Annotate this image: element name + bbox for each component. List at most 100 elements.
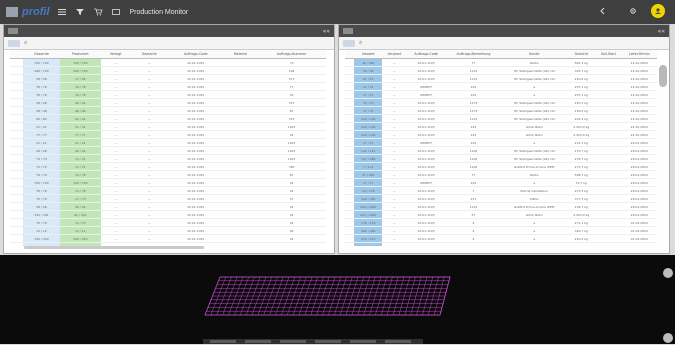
left-cell: —	[130, 210, 168, 219]
left-cell: —	[100, 146, 131, 155]
table-row[interactable]: 77 / 77 77 / 77— —10.01.1052 91	[10, 130, 326, 139]
table-row[interactable]: 141 / 141—10.01.1103 1106 ITC Stahlgeschäf…	[345, 146, 657, 155]
right-panel-search-icon[interactable]: ⌕	[359, 39, 362, 47]
left-horizontal-scrollbar[interactable]	[24, 246, 204, 249]
cart-icon[interactable]	[92, 7, 104, 17]
window-icon[interactable]	[110, 7, 122, 17]
left-cell	[223, 82, 258, 91]
user-icon[interactable]	[651, 4, 665, 18]
table-row[interactable]: 222 / 1000—10.01.1103 57 Glück Bahn 2.203,9…	[345, 210, 657, 219]
right-panel-expand-icon[interactable]: ««	[658, 28, 665, 35]
left-cell: 45	[257, 90, 326, 99]
table-row[interactable]: 37 / 37—10.01.1103 1173 ITC Stahlgeschäfte…	[345, 106, 657, 115]
table-row[interactable]: 76 / 76 74 / 76— —10.01.1052 91	[10, 186, 326, 195]
right-cell: REZEPT	[406, 138, 446, 147]
left-cell: —	[100, 162, 131, 171]
table-row[interactable]: 82 / 82 82 / 82— —10.01.1052 374	[10, 114, 326, 123]
left-col-7[interactable]: Auftrags-Code	[167, 50, 224, 59]
table-row[interactable]: 72 / 72 72 / 72— —10.01.1052 780	[10, 162, 326, 171]
table-row[interactable]: 21 / 21 21 / 21— —10.01.1052 1007	[10, 138, 326, 147]
right-col-3[interactable]: Gesamt	[354, 50, 383, 59]
menu-icon[interactable]	[56, 7, 68, 17]
table-row[interactable]: 341 / 341 81 / 341— —10.01.1052 91	[10, 210, 326, 219]
left-cell: —	[100, 170, 131, 179]
viewport-control-top[interactable]	[663, 268, 673, 278]
right-vertical-scrollbar[interactable]	[659, 65, 667, 87]
table-row[interactable]: 67 / 67—10.01.1103 1132 ITC Stahlgeschäfte…	[345, 74, 657, 83]
left-col-8[interactable]: Material	[223, 50, 258, 59]
table-row[interactable]: 58 / 58 37 / 58— —10.01.1052 571	[10, 74, 326, 83]
table-row[interactable]: 7 / 112—10.01.1103 1106 Grafikit Prime Arc…	[345, 162, 657, 171]
table-row[interactable]: 440 / 1000—10.01.1103 1132 Grafikit Prime …	[345, 202, 657, 211]
table-row[interactable]: 40 / 290—10.01.1103 77 Wolko 581,3 kg 14.10.…	[345, 58, 657, 67]
left-col-5[interactable]: Verlegt	[100, 50, 131, 59]
table-row[interactable]: 12 / 12 12 / 12— —10.01.1052 95	[10, 226, 326, 235]
left-cell: 700 / 700	[59, 58, 101, 67]
left-col-4[interactable]: Produziert	[59, 50, 101, 59]
table-row[interactable]: 31 / 31 31 / 31— —10.01.1052 1007	[10, 122, 326, 131]
table-row[interactable]: 17 / 17— REZEPT 103 e 257,1 kg 14.10.2020	[345, 90, 657, 99]
left-panel-tools: ⌕	[4, 37, 334, 50]
right-col-9[interactable]: Soll-Start	[595, 50, 622, 59]
back-icon[interactable]	[597, 6, 609, 16]
table-row[interactable]: 26 / 26 26 / 26— —10.01.1052 1007	[10, 146, 326, 155]
viewport-control-bottom[interactable]	[663, 333, 673, 343]
table-row[interactable]: 70 / 70 17 / 70— —10.01.1052 57	[10, 194, 326, 203]
table-row[interactable]: 100 / 100—10.01.1103 143 Glück Bahn 2.203,9…	[345, 122, 657, 131]
right-col-6[interactable]: Auftrags-Bemerkung	[445, 50, 502, 59]
left-cell: —	[130, 146, 168, 155]
right-panel-filter-button[interactable]	[343, 39, 355, 47]
app-title: Production Monitor	[129, 8, 189, 16]
left-cell: —	[130, 138, 168, 147]
right-col-10[interactable]: Liefer-Termin	[621, 50, 657, 59]
left-panel-expand-icon[interactable]: ««	[323, 28, 330, 35]
left-col-6[interactable]: Geplante	[130, 50, 168, 59]
table-row[interactable]: 56 / 56 56 / 56— —10.01.1052 91	[10, 202, 326, 211]
gear-icon[interactable]	[627, 6, 639, 16]
table-row[interactable]: 20 / 178—10.01.1103 7 Bohrst Castillation 2…	[345, 186, 657, 195]
table-row[interactable]: 400 / 400—10.01.1103 4 e 320,7 kg 01.02.2020	[345, 226, 657, 235]
filter-icon[interactable]	[74, 7, 86, 17]
table-row[interactable]: 28 / 28 28 / 28— —10.01.1052 371	[10, 98, 326, 107]
right-col-8[interactable]: Gewicht	[567, 50, 596, 59]
left-panel-header: ««	[4, 25, 334, 37]
table-row[interactable]: 76 / 76 76 / 76— —10.01.1052 77	[10, 82, 326, 91]
table-row[interactable]: 100 / 100—10.01.1103 1123 ITC Stahlgeschäf…	[345, 114, 657, 123]
table-row[interactable]: 700 / 700 700 / 700— —10.01.1052 91	[10, 178, 326, 187]
table-row[interactable]: 17 / 17— REZEPT 103 e 212,1 kg 26.01.2020	[345, 138, 657, 147]
table-row[interactable]: 56 / 56—10.01.1103 1132 ITC Stahlgeschäfte…	[345, 66, 657, 75]
table-row[interactable]: 48 / 48 48 / 48— —10.01.1052 87	[10, 106, 326, 115]
table-row[interactable]: 70 / 70 70 / 70— —10.01.1052 91	[10, 218, 326, 227]
table-row[interactable]: 74 / 74 74 / 74— —10.01.1052 1007	[10, 154, 326, 163]
right-cell: —	[382, 90, 407, 99]
table-row[interactable]: 170 / 170—10.01.11034e270,7 kg 01.02.2020	[345, 242, 657, 246]
right-cell: 1123	[445, 114, 502, 123]
table-row[interactable]: 17 / 17— REZEPT 103 e 79,7 kg 28.01.2020	[345, 178, 657, 187]
left-panel-search-icon[interactable]: ⌕	[24, 39, 27, 47]
left-col-9[interactable]: Auftrags-Nummer	[257, 50, 326, 59]
table-row[interactable]: 47 / 250—10.01.1103 77 Wolko 598,7 kg 28.01.…	[345, 170, 657, 179]
table-row[interactable]: 270 / 270—10.01.1103 4 e 210,2 kg 01.02.2020	[345, 234, 657, 243]
right-col-4[interactable]: Verplant	[382, 50, 407, 59]
right-col-5[interactable]: Auftrags-Code	[406, 50, 446, 59]
table-row[interactable]: 21 / 21— REZEPT 103 e 257,1 kg 14.10.2020	[345, 82, 657, 91]
table-row[interactable]: 320 / 320 300 / 320— —10.01.1052 91	[10, 234, 326, 243]
left-cell: —	[130, 218, 168, 227]
table-row[interactable]: 100 / 100—10.01.1103 143 Glück Bahn 2.203,9…	[345, 130, 657, 139]
table-row[interactable]: 700 / 700 700 / 700— —10.01.1052 73	[10, 58, 326, 67]
right-cell: 14.10.2020	[621, 90, 657, 99]
table-row[interactable]: 197 / 588—10.01.1103 1106 ITC Stahlgeschäf…	[345, 154, 657, 163]
table-row[interactable]: 79 / 79 79 / 79— —10.01.1052 87	[10, 170, 326, 179]
table-row[interactable]: 70 / 70—10.01.1103 1173 ITC Stahlgeschäfte…	[345, 98, 657, 107]
right-cell: 37 / 37	[354, 106, 383, 115]
table-row[interactable]: 340 / 340—10.01.1103 471 Plätto 377,3 kg 28.…	[345, 194, 657, 203]
left-col-3[interactable]: Gesamte	[23, 50, 60, 59]
left-cell: —	[100, 114, 131, 123]
table-row[interactable]: 176 / 176—10.01.1103 4 e 271,1 kg 01.02.2020	[345, 218, 657, 227]
table-row[interactable]: 76 / 76 76 / 76— —10.01.1052 45	[10, 90, 326, 99]
viewport-3d[interactable]	[0, 255, 675, 344]
left-cell: 70 / 70	[23, 194, 60, 203]
right-col-7[interactable]: Kunde	[501, 50, 568, 59]
table-row[interactable]: 490 / 700 300 / 700— —10.01.1052 108	[10, 66, 326, 75]
left-panel-filter-button[interactable]	[8, 39, 20, 47]
